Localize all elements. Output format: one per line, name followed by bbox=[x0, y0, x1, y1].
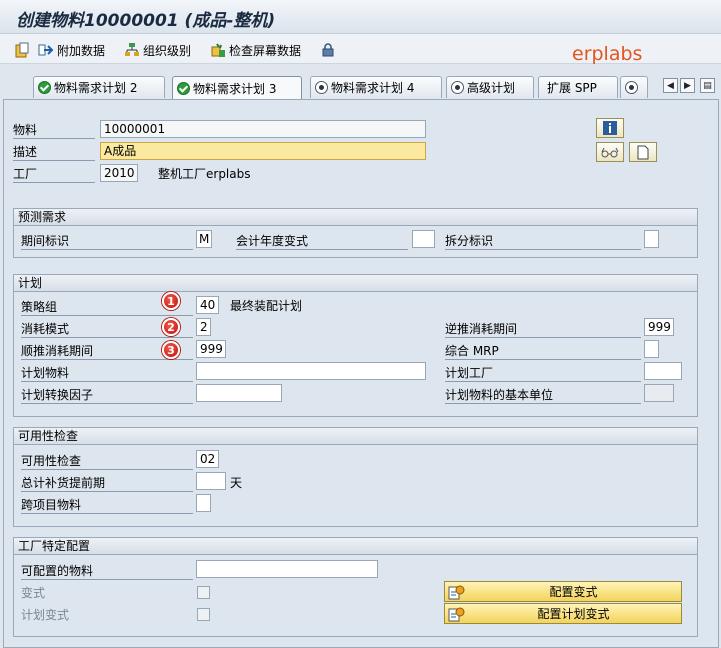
radio-icon bbox=[451, 81, 464, 94]
annotation-badge-2: 2 bbox=[162, 318, 180, 336]
base-unit-label: 计划物料的基本单位 bbox=[445, 386, 641, 404]
long-text-button[interactable] bbox=[629, 142, 657, 162]
org-levels-button[interactable]: 组织级别 bbox=[124, 41, 191, 59]
planning-material-field[interactable] bbox=[196, 362, 426, 380]
tab-mrp4[interactable]: 物料需求计划 4 bbox=[310, 76, 442, 98]
replenishment-lead-time-label: 总计补货提前期 bbox=[21, 474, 193, 492]
display-glasses-button[interactable] bbox=[596, 142, 624, 162]
material-field[interactable]: 10000001 bbox=[100, 120, 426, 138]
strategy-group-field[interactable]: 40 bbox=[196, 296, 219, 314]
tab-mrp3[interactable]: 物料需求计划 3 bbox=[172, 76, 302, 99]
fiscal-variant-field[interactable] bbox=[412, 230, 435, 248]
tab-list-button[interactable]: ▤ bbox=[700, 78, 715, 93]
replenishment-lead-time-field[interactable] bbox=[196, 472, 226, 490]
radio-icon bbox=[625, 81, 638, 94]
tab-label: 扩展 SPP bbox=[547, 81, 597, 95]
lead-time-unit: 天 bbox=[230, 476, 243, 490]
info-button[interactable] bbox=[596, 118, 624, 138]
conversion-factor-label: 计划转换因子 bbox=[21, 386, 193, 404]
plant-field[interactable]: 2010 bbox=[100, 164, 138, 182]
configure-icon bbox=[448, 585, 465, 599]
tab-label: 物料需求计划 3 bbox=[193, 81, 277, 96]
availability-check-field[interactable]: 02 bbox=[196, 450, 219, 468]
tab-label: 物料需求计划 2 bbox=[54, 81, 138, 95]
planning-group-title: 计划 bbox=[14, 275, 697, 292]
backward-period-field[interactable]: 999 bbox=[644, 318, 674, 336]
annotation-badge-3: 3 bbox=[162, 341, 180, 359]
forward-period-field[interactable]: 999 bbox=[196, 340, 226, 358]
planning-plant-field[interactable] bbox=[644, 362, 682, 380]
forecast-group-title: 预测需求 bbox=[14, 209, 697, 226]
planning-material-label: 计划物料 bbox=[21, 364, 193, 382]
split-indicator-field[interactable] bbox=[644, 230, 659, 248]
configurable-material-label: 可配置的物料 bbox=[21, 562, 193, 580]
check-icon bbox=[38, 81, 51, 94]
annotation-badge-1: 1 bbox=[162, 292, 180, 310]
other-view-button[interactable] bbox=[14, 41, 30, 59]
variant-label: 变式 bbox=[21, 586, 46, 600]
check-icon bbox=[177, 81, 190, 95]
lock-icon bbox=[322, 43, 334, 57]
availability-group-title: 可用性检查 bbox=[14, 428, 697, 445]
cross-project-material-label: 跨项目物料 bbox=[21, 496, 193, 514]
mixed-mrp-label: 综合 MRP bbox=[445, 342, 641, 360]
configure-variant-button[interactable]: 配置变式 bbox=[444, 581, 682, 602]
check-screen-data-button[interactable]: 检查屏幕数据 bbox=[210, 41, 301, 59]
configure-variant-label: 配置变式 bbox=[549, 585, 598, 599]
org-levels-label: 组织级别 bbox=[143, 43, 192, 58]
glasses-icon bbox=[601, 147, 619, 158]
document-icon bbox=[637, 145, 649, 159]
fiscal-variant-label: 会计年度变式 bbox=[236, 232, 408, 250]
tab-more[interactable] bbox=[620, 76, 648, 98]
description-label: 描述 bbox=[13, 143, 95, 161]
tab-label: 物料需求计划 4 bbox=[331, 81, 415, 95]
conversion-factor-field[interactable] bbox=[196, 384, 282, 402]
variant-checkbox[interactable] bbox=[197, 586, 210, 599]
lock-button[interactable] bbox=[320, 41, 336, 59]
mixed-mrp-field[interactable] bbox=[644, 340, 659, 358]
consumption-mode-field[interactable]: 2 bbox=[196, 318, 211, 336]
split-indicator-label: 拆分标识 bbox=[445, 232, 641, 250]
period-indicator-field[interactable]: M bbox=[196, 230, 212, 248]
tab-extended-spp[interactable]: 扩展 SPP bbox=[538, 76, 618, 98]
tab-label: 高级计划 bbox=[467, 81, 516, 95]
planning-variant-label: 计划变式 bbox=[21, 608, 70, 622]
availability-check-label: 可用性检查 bbox=[21, 452, 193, 470]
check-screen-data-label: 检查屏幕数据 bbox=[229, 43, 302, 58]
arrow-right-icon bbox=[38, 44, 54, 56]
cross-project-material-field[interactable] bbox=[196, 494, 211, 512]
clipboard-icon bbox=[15, 42, 29, 58]
hierarchy-icon bbox=[125, 43, 139, 56]
configure-planning-variant-label: 配置计划变式 bbox=[537, 607, 610, 621]
configure-planning-variant-button[interactable]: 配置计划变式 bbox=[444, 603, 682, 624]
plant-name: 整机工厂erplabs bbox=[158, 167, 251, 181]
planning-variant-checkbox[interactable] bbox=[197, 608, 210, 621]
plant-label: 工厂 bbox=[13, 165, 95, 183]
configurable-material-field[interactable] bbox=[196, 560, 378, 578]
tab-mrp2[interactable]: 物料需求计划 2 bbox=[33, 76, 165, 98]
radio-icon bbox=[315, 81, 328, 94]
window-title: 创建物料10000001 (成品-整机) bbox=[16, 11, 276, 31]
base-unit-field[interactable] bbox=[644, 384, 674, 402]
tab-advanced-planning[interactable]: 高级计划 bbox=[446, 76, 534, 98]
tab-scroll-left-button[interactable]: ◀ bbox=[663, 78, 678, 93]
backward-period-label: 逆推消耗期间 bbox=[445, 320, 641, 338]
additional-data-button[interactable]: 附加数据 bbox=[38, 41, 105, 59]
configure-icon bbox=[448, 607, 465, 621]
strategy-group-text: 最终装配计划 bbox=[230, 299, 303, 313]
additional-data-label: 附加数据 bbox=[57, 43, 106, 58]
info-icon bbox=[603, 121, 617, 135]
description-field[interactable]: A成品 bbox=[100, 142, 426, 160]
plant-config-group-title: 工厂特定配置 bbox=[14, 538, 697, 555]
planning-plant-label: 计划工厂 bbox=[445, 364, 641, 382]
watermark-text: erplabs bbox=[572, 43, 643, 65]
tab-scroll-right-button[interactable]: ▶ bbox=[680, 78, 695, 93]
material-label: 物料 bbox=[13, 121, 95, 139]
check-screen-icon bbox=[211, 43, 225, 57]
period-indicator-label: 期间标识 bbox=[21, 232, 193, 250]
